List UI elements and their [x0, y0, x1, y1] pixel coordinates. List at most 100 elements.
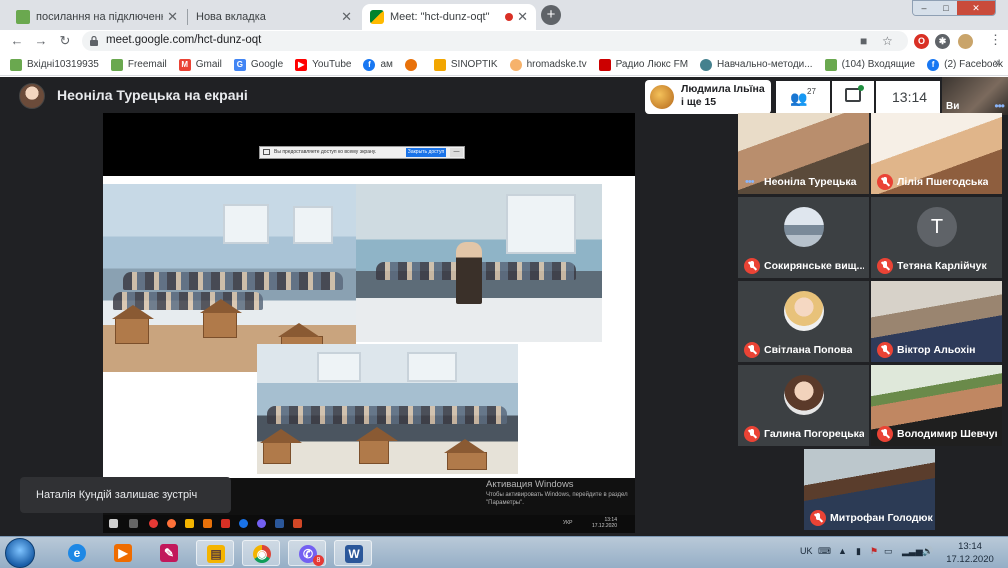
weather-icon [433, 58, 446, 71]
taskbar-word[interactable]: W [334, 540, 372, 566]
tab-meet[interactable]: Meet: "hct-dunz-oqt" ✕ [362, 4, 536, 30]
bookmark-item[interactable]: ▶ YouTube [295, 58, 351, 71]
action-center-flag-icon[interactable]: ⚑ [870, 546, 878, 557]
start-button[interactable] [5, 538, 35, 568]
keyboard-icon[interactable]: ⌨ [818, 546, 831, 557]
browser-menu-icon[interactable]: ⋮ [989, 32, 1002, 48]
bookmark-star-icon[interactable]: ☆ [882, 34, 893, 48]
bookmark-item[interactable]: Навчально-методи... [700, 58, 813, 71]
bookmarks-overflow-icon[interactable]: » [994, 57, 1000, 69]
bookmark-label: hromadske.tv [526, 59, 587, 70]
extensions-puzzle-icon[interactable]: ✱ [935, 34, 950, 49]
students-row [123, 272, 343, 290]
classroom-photo [356, 184, 602, 342]
bookmark-item[interactable]: M Gmail [178, 58, 222, 71]
taskbar-chrome[interactable]: ◉ [242, 540, 280, 566]
bookmark-item[interactable]: G Google [233, 58, 283, 71]
profile-avatar[interactable] [958, 34, 973, 49]
reload-icon[interactable]: ↻ [56, 32, 74, 50]
taskbar-viber[interactable]: ✆ 8 [288, 540, 326, 566]
participant-tile[interactable]: Світлана Попова [738, 281, 869, 362]
clock-time: 13:14 [958, 541, 982, 552]
window-controls: – □ ✕ [912, 0, 996, 16]
bookmark-item[interactable]: f (2) Facebook [927, 58, 1003, 71]
participant-tile[interactable]: Т Тетяна Карлійчук [871, 197, 1002, 278]
participant-tile[interactable]: Володимир Шевчук [871, 365, 1002, 446]
gmail-icon: M [178, 58, 191, 71]
shared-screen-header: Вы предоставляете доступ ко всему экрану… [103, 113, 635, 176]
chat-button[interactable] [832, 81, 874, 113]
taskbar-file-explorer[interactable]: ▤ [196, 540, 234, 566]
usb-icon[interactable]: ▮ [856, 546, 861, 557]
taskbar-internet-explorer[interactable]: e [58, 540, 96, 566]
avatar: Т [917, 207, 957, 247]
display-icon[interactable]: ▭ [884, 546, 893, 557]
toast-text: Наталія Кундій залишає зустріч [36, 489, 198, 501]
back-arrow-icon[interactable]: ← [8, 32, 26, 50]
bookmark-item[interactable]: Вхідні10319935 [10, 58, 99, 71]
youtube-icon: ▶ [295, 58, 308, 71]
address-bar[interactable]: meet.google.com/hct-dunz-oqt ■ ☆ [82, 31, 908, 51]
facebook-icon: f [363, 58, 376, 71]
self-view-tile[interactable]: Ви ••• [942, 77, 1008, 115]
screen-sharing-notice: Вы предоставляете доступ ко всему экрану… [259, 146, 465, 159]
minimize-button[interactable]: – [913, 1, 935, 15]
participant-tile[interactable]: ••• Неоніла Турецька [738, 113, 869, 194]
opera-extension-icon[interactable]: O [914, 34, 929, 49]
bookmark-label: Gmail [195, 59, 222, 70]
camera-icon[interactable]: ■ [860, 34, 867, 48]
participant-name: Віктор Альохін [897, 344, 976, 356]
close-tab-icon[interactable]: ✕ [517, 9, 528, 25]
more-options-icon[interactable]: ••• [994, 99, 1005, 113]
bookmark-item[interactable]: hromadske.tv [509, 58, 587, 71]
show-hidden-icons-icon[interactable]: ▲ [838, 546, 847, 556]
bookmark-item[interactable] [404, 58, 422, 71]
network-signal-icon[interactable]: ▂▃▅ [902, 546, 923, 557]
meet-icon [370, 10, 384, 24]
language-indicator[interactable]: UK [800, 546, 813, 556]
tab-invite-link[interactable]: посилання на підключення • пс ✕ [8, 4, 186, 30]
presenter-avatar [19, 83, 45, 109]
participant-tile[interactable]: Сокирянське вищ... [738, 197, 869, 278]
sharing-text: Вы предоставляете доступ ко всему экрану… [274, 149, 377, 155]
close-tab-icon[interactable]: ✕ [341, 9, 352, 25]
taskbar-media-player[interactable]: ▶ [104, 540, 142, 566]
clock-date: 17.12.2020 [946, 554, 994, 565]
firefox-icon [167, 519, 176, 528]
google-icon: G [233, 58, 246, 71]
bookmark-item[interactable]: (104) Входящие [824, 58, 916, 71]
bookmark-item[interactable]: Freemail [110, 58, 167, 71]
taskbar-paint[interactable]: ✎ [150, 540, 188, 566]
screen-share-icon [263, 149, 270, 155]
window [293, 206, 333, 244]
participant-name: Тетяна Карлійчук [897, 260, 987, 272]
windows-taskbar: e ▶ ✎ ▤ ◉ ✆ 8 W UK ⌨ ▲ ▮ ⚑ ▭ ▂▃▅ 🔊 13:14… [0, 536, 1008, 568]
bookmark-item[interactable]: SINOPTIK [433, 58, 498, 71]
avatar [784, 291, 824, 331]
participants-button[interactable]: 👥 27 [776, 81, 830, 113]
participant-name: Сокирянське вищ... [764, 260, 864, 272]
bookmark-label: (104) Входящие [841, 59, 916, 70]
window [407, 352, 457, 382]
participant-companion-card[interactable]: Людмила Ільїна і ще 15 [645, 80, 771, 114]
maximize-button[interactable]: □ [935, 1, 957, 15]
app-icon [221, 519, 230, 528]
participant-tile[interactable]: Галина Погорецька [738, 365, 869, 446]
bookmark-item[interactable]: Радио Люкс FM [598, 58, 688, 71]
system-clock[interactable]: 13:14 17.12.2020 [940, 540, 1000, 566]
close-window-button[interactable]: ✕ [957, 1, 995, 15]
participant-tile[interactable]: Лілія Пшегодська [871, 113, 1002, 194]
participant-tile[interactable]: Митрофан Голодюк [804, 449, 935, 530]
task-view-icon [129, 519, 138, 528]
bookmark-item[interactable]: f ам [363, 58, 393, 71]
volume-icon[interactable]: 🔊 [922, 546, 933, 557]
stop-sharing-button[interactable]: Закрыть доступ [406, 148, 446, 157]
tab-new-tab[interactable]: Нова вкладка ✕ [188, 4, 360, 30]
hide-bar-button[interactable]: — [450, 148, 463, 157]
close-tab-icon[interactable]: ✕ [167, 9, 178, 25]
speaking-indicator-icon: ••• [745, 176, 755, 188]
forward-arrow-icon[interactable]: → [32, 32, 50, 50]
participant-tile[interactable]: Віктор Альохін [871, 281, 1002, 362]
paint-icon: ✎ [160, 544, 178, 562]
new-tab-button[interactable]: + [541, 5, 561, 25]
